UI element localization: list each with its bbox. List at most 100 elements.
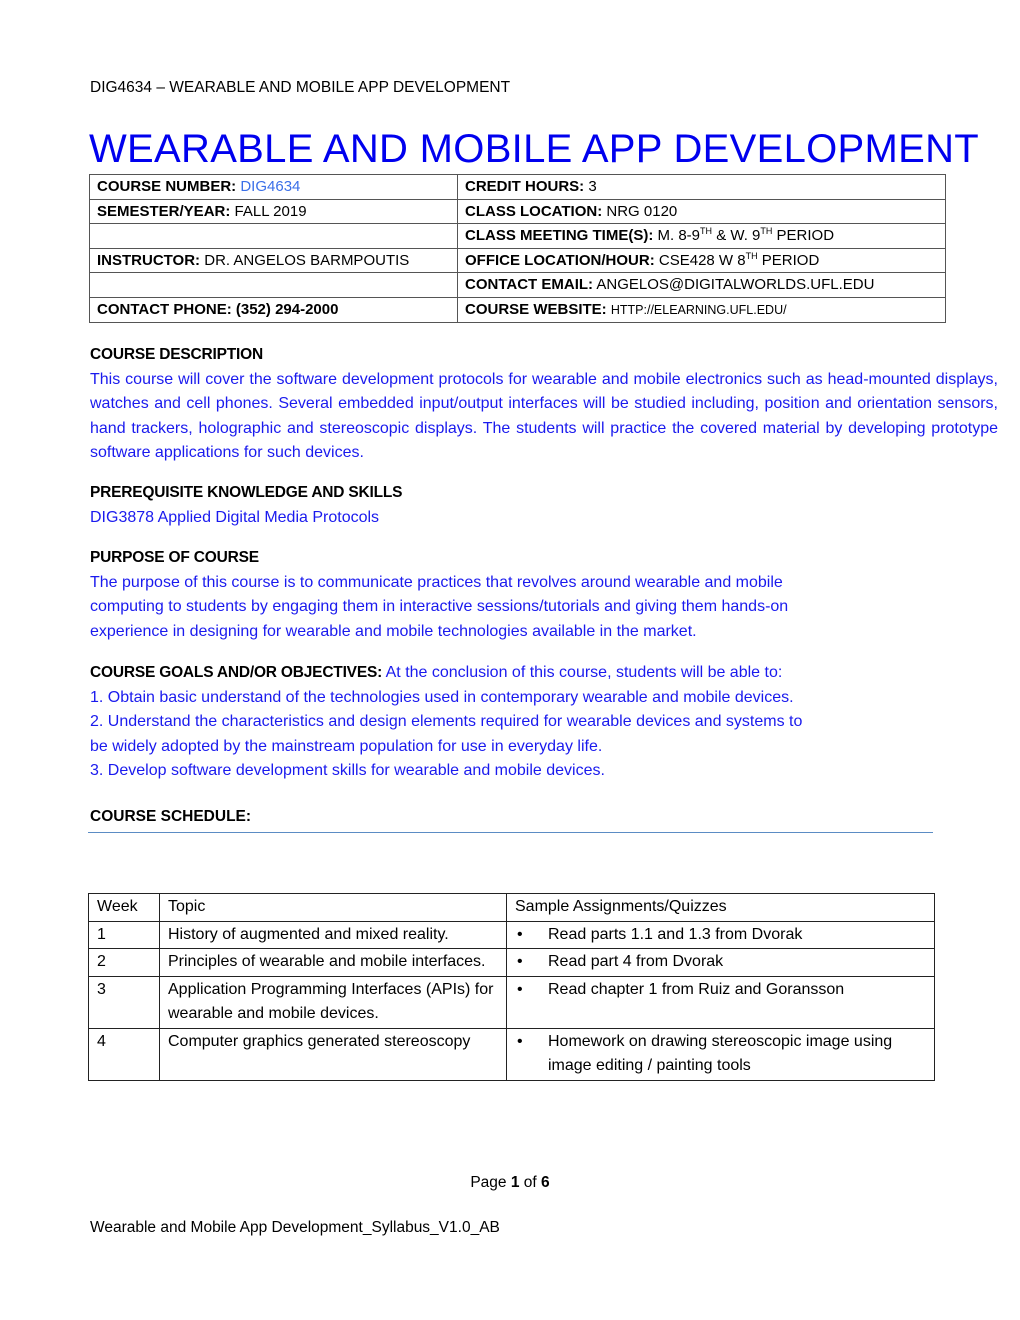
course-website-cell: COURSE WEBSITE: HTTP://ELEARNING.UFL.EDU… — [457, 296, 946, 323]
purpose-line: computing to students by engaging them i… — [90, 598, 789, 615]
course-info-table: COURSE NUMBER: DIG4634 CREDIT HOURS: 3 S… — [89, 174, 946, 323]
semester-value: FALL 2019 — [234, 202, 307, 220]
document-footer: Wearable and Mobile App Development_Syll… — [90, 1219, 500, 1236]
schedule-row: 1 History of augmented and mixed reality… — [88, 920, 935, 949]
semester-label: SEMESTER/YEAR: — [97, 202, 231, 220]
office-label: OFFICE LOCATION/HOUR: — [465, 251, 655, 269]
purpose-line: experience in designing for wearable and… — [90, 622, 697, 640]
bullet-icon: • — [517, 1032, 523, 1050]
contact-email-label: CONTACT EMAIL: — [465, 276, 594, 294]
meeting-times-value-1: M. 8-9 — [657, 227, 701, 245]
contact-email-cell: CONTACT EMAIL: ANGELOS@DIGITALWORLDS.UFL… — [457, 272, 946, 298]
info-row: COURSE NUMBER: DIG4634 CREDIT HOURS: 3 — [89, 174, 946, 200]
bullet-icon: • — [517, 953, 523, 970]
assignment-item: • Read parts 1.1 and 1.3 from Dvorak — [515, 923, 934, 948]
course-number-cell: COURSE NUMBER: DIG4634 — [89, 174, 458, 200]
course-description-section: COURSE DESCRIPTION This course will cove… — [90, 343, 998, 466]
column-header-week: Week — [88, 893, 160, 922]
office-value-2: PERIOD — [761, 251, 820, 269]
class-location-label: CLASS LOCATION: — [465, 202, 603, 220]
class-location-value: NRG 0120 — [606, 202, 678, 220]
course-number-value: DIG4634 — [240, 178, 301, 196]
ordinal-suffix: TH — [760, 226, 773, 237]
prerequisites-text: DIG3878 Applied Digital Media Protocols — [90, 508, 380, 526]
info-row: CLASS MEETING TIME(S): M. 8-9TH & W. 9TH… — [89, 223, 946, 249]
week-cell: 3 — [88, 975, 160, 1029]
contact-email-value[interactable]: ANGELOS@DIGITALWORLDS.UFL.EDU — [596, 276, 874, 293]
info-row: SEMESTER/YEAR: FALL 2019 CLASS LOCATION:… — [89, 198, 946, 224]
goals-heading: COURSE GOALS AND/OR OBJECTIVES: — [90, 664, 383, 681]
assignment-text: Read chapter 1 from Ruiz and Goransson — [548, 980, 845, 998]
topic-cell: Computer graphics generated stereoscopy — [159, 1027, 507, 1081]
running-header: DIG4634 – WEARABLE AND MOBILE APP DEVELO… — [90, 79, 511, 96]
purpose-section: PURPOSE OF COURSE The purpose of this co… — [90, 546, 998, 644]
schedule-header-row: Week Topic Sample Assignments/Quizzes — [88, 893, 935, 922]
credit-hours-cell: CREDIT HOURS: 3 — [457, 174, 946, 200]
heading-underline — [88, 832, 933, 833]
assignment-text: Homework on drawing stereoscopic image u… — [548, 1032, 893, 1075]
assignment-cell: • Homework on drawing stereoscopic image… — [506, 1027, 935, 1081]
goals-section: COURSE GOALS AND/OR OBJECTIVES: At the c… — [90, 661, 998, 784]
prerequisites-heading: PREREQUISITE KNOWLEDGE AND SKILLS — [90, 484, 403, 501]
document-page: DIG4634 – WEARABLE AND MOBILE APP DEVELO… — [0, 0, 1020, 1320]
topic-cell: Principles of wearable and mobile interf… — [159, 948, 507, 977]
ordinal-suffix: TH — [700, 226, 713, 237]
credit-hours-label: CREDIT HOURS: — [465, 178, 585, 196]
assignment-cell: • Read chapter 1 from Ruiz and Goransson — [506, 975, 935, 1029]
assignment-text: Read part 4 from Dvorak — [548, 953, 724, 970]
ordinal-suffix: TH — [745, 250, 758, 261]
goal-item: be widely adopted by the mainstream popu… — [90, 737, 603, 755]
goals-heading-line: COURSE GOALS AND/OR OBJECTIVES: At the c… — [90, 661, 998, 686]
info-row: CONTACT PHONE: (352) 294-2000 COURSE WEB… — [89, 296, 946, 323]
instructor-cell: INSTRUCTOR: DR. ANGELOS BARMPOUTIS — [89, 247, 458, 273]
office-value-1: CSE428 W 8 — [658, 251, 746, 269]
assignment-item: • Homework on drawing stereoscopic image… — [515, 1030, 934, 1079]
page-word: Page — [470, 1174, 507, 1191]
contact-phone-cell: CONTACT PHONE: (352) 294-2000 — [89, 296, 458, 323]
goal-item: 1. Obtain basic understand of the techno… — [90, 688, 794, 706]
schedule-row: 2 Principles of wearable and mobile inte… — [88, 948, 935, 977]
meeting-times-cell: CLASS MEETING TIME(S): M. 8-9TH & W. 9TH… — [457, 223, 946, 249]
semester-cell: SEMESTER/YEAR: FALL 2019 — [89, 198, 458, 224]
course-number-label: COURSE NUMBER: — [97, 178, 237, 196]
week-cell: 2 — [88, 948, 160, 977]
course-description-text: This course will cover the software deve… — [90, 370, 998, 462]
meeting-times-value-3: PERIOD — [776, 227, 835, 245]
instructor-value: DR. ANGELOS BARMPOUTIS — [204, 251, 410, 269]
meeting-times-value-2: & W. 9 — [716, 227, 761, 245]
topic-cell: Application Programming Interfaces (APIs… — [159, 975, 507, 1029]
current-page: 1 — [510, 1174, 520, 1191]
schedule-row: 3 Application Programming Interfaces (AP… — [88, 975, 935, 1029]
total-pages: 6 — [541, 1174, 550, 1191]
course-description-heading: COURSE DESCRIPTION — [90, 346, 263, 363]
class-location-cell: CLASS LOCATION: NRG 0120 — [457, 198, 946, 224]
info-row: CONTACT EMAIL: ANGELOS@DIGITALWORLDS.UFL… — [89, 272, 946, 298]
empty-cell — [89, 272, 458, 298]
assignment-item: • Read chapter 1 from Ruiz and Goransson — [515, 978, 934, 1003]
assignment-cell: • Read part 4 from Dvorak — [506, 948, 935, 977]
course-website-link[interactable]: HTTP://ELEARNING.UFL.EDU/ — [611, 303, 787, 317]
office-cell: OFFICE LOCATION/HOUR: CSE428 W 8TH PERIO… — [457, 247, 946, 273]
credit-hours-value: 3 — [588, 178, 597, 196]
bullet-icon: • — [517, 980, 523, 998]
course-website-label: COURSE WEBSITE: — [465, 300, 607, 318]
goal-item: 3. Develop software development skills f… — [90, 762, 605, 779]
goals-intro: At the conclusion of this course, studen… — [385, 664, 783, 681]
prerequisites-section: PREREQUISITE KNOWLEDGE AND SKILLS DIG387… — [90, 481, 998, 530]
column-header-topic: Topic — [159, 893, 507, 922]
goal-item: 2. Understand the characteristics and de… — [90, 713, 803, 730]
empty-cell — [89, 223, 458, 249]
schedule-row: 4 Computer graphics generated stereoscop… — [88, 1027, 935, 1081]
assignment-text: Read parts 1.1 and 1.3 from Dvorak — [548, 925, 803, 943]
schedule-table: Week Topic Sample Assignments/Quizzes 1 … — [88, 893, 935, 1081]
week-cell: 1 — [88, 920, 160, 949]
purpose-heading: PURPOSE OF COURSE — [90, 549, 259, 566]
page-number: Page 1 of 6 — [0, 1174, 1020, 1192]
course-schedule-heading: COURSE SCHEDULE: — [90, 808, 252, 825]
column-header-assignments: Sample Assignments/Quizzes — [506, 893, 935, 922]
meeting-times-label: CLASS MEETING TIME(S): — [465, 227, 654, 245]
of-word: of — [523, 1174, 537, 1191]
instructor-label: INSTRUCTOR: — [97, 251, 201, 269]
document-title: WEARABLE AND MOBILE APP DEVELOPMENT — [89, 127, 980, 171]
assignment-cell: • Read parts 1.1 and 1.3 from Dvorak — [506, 920, 935, 949]
